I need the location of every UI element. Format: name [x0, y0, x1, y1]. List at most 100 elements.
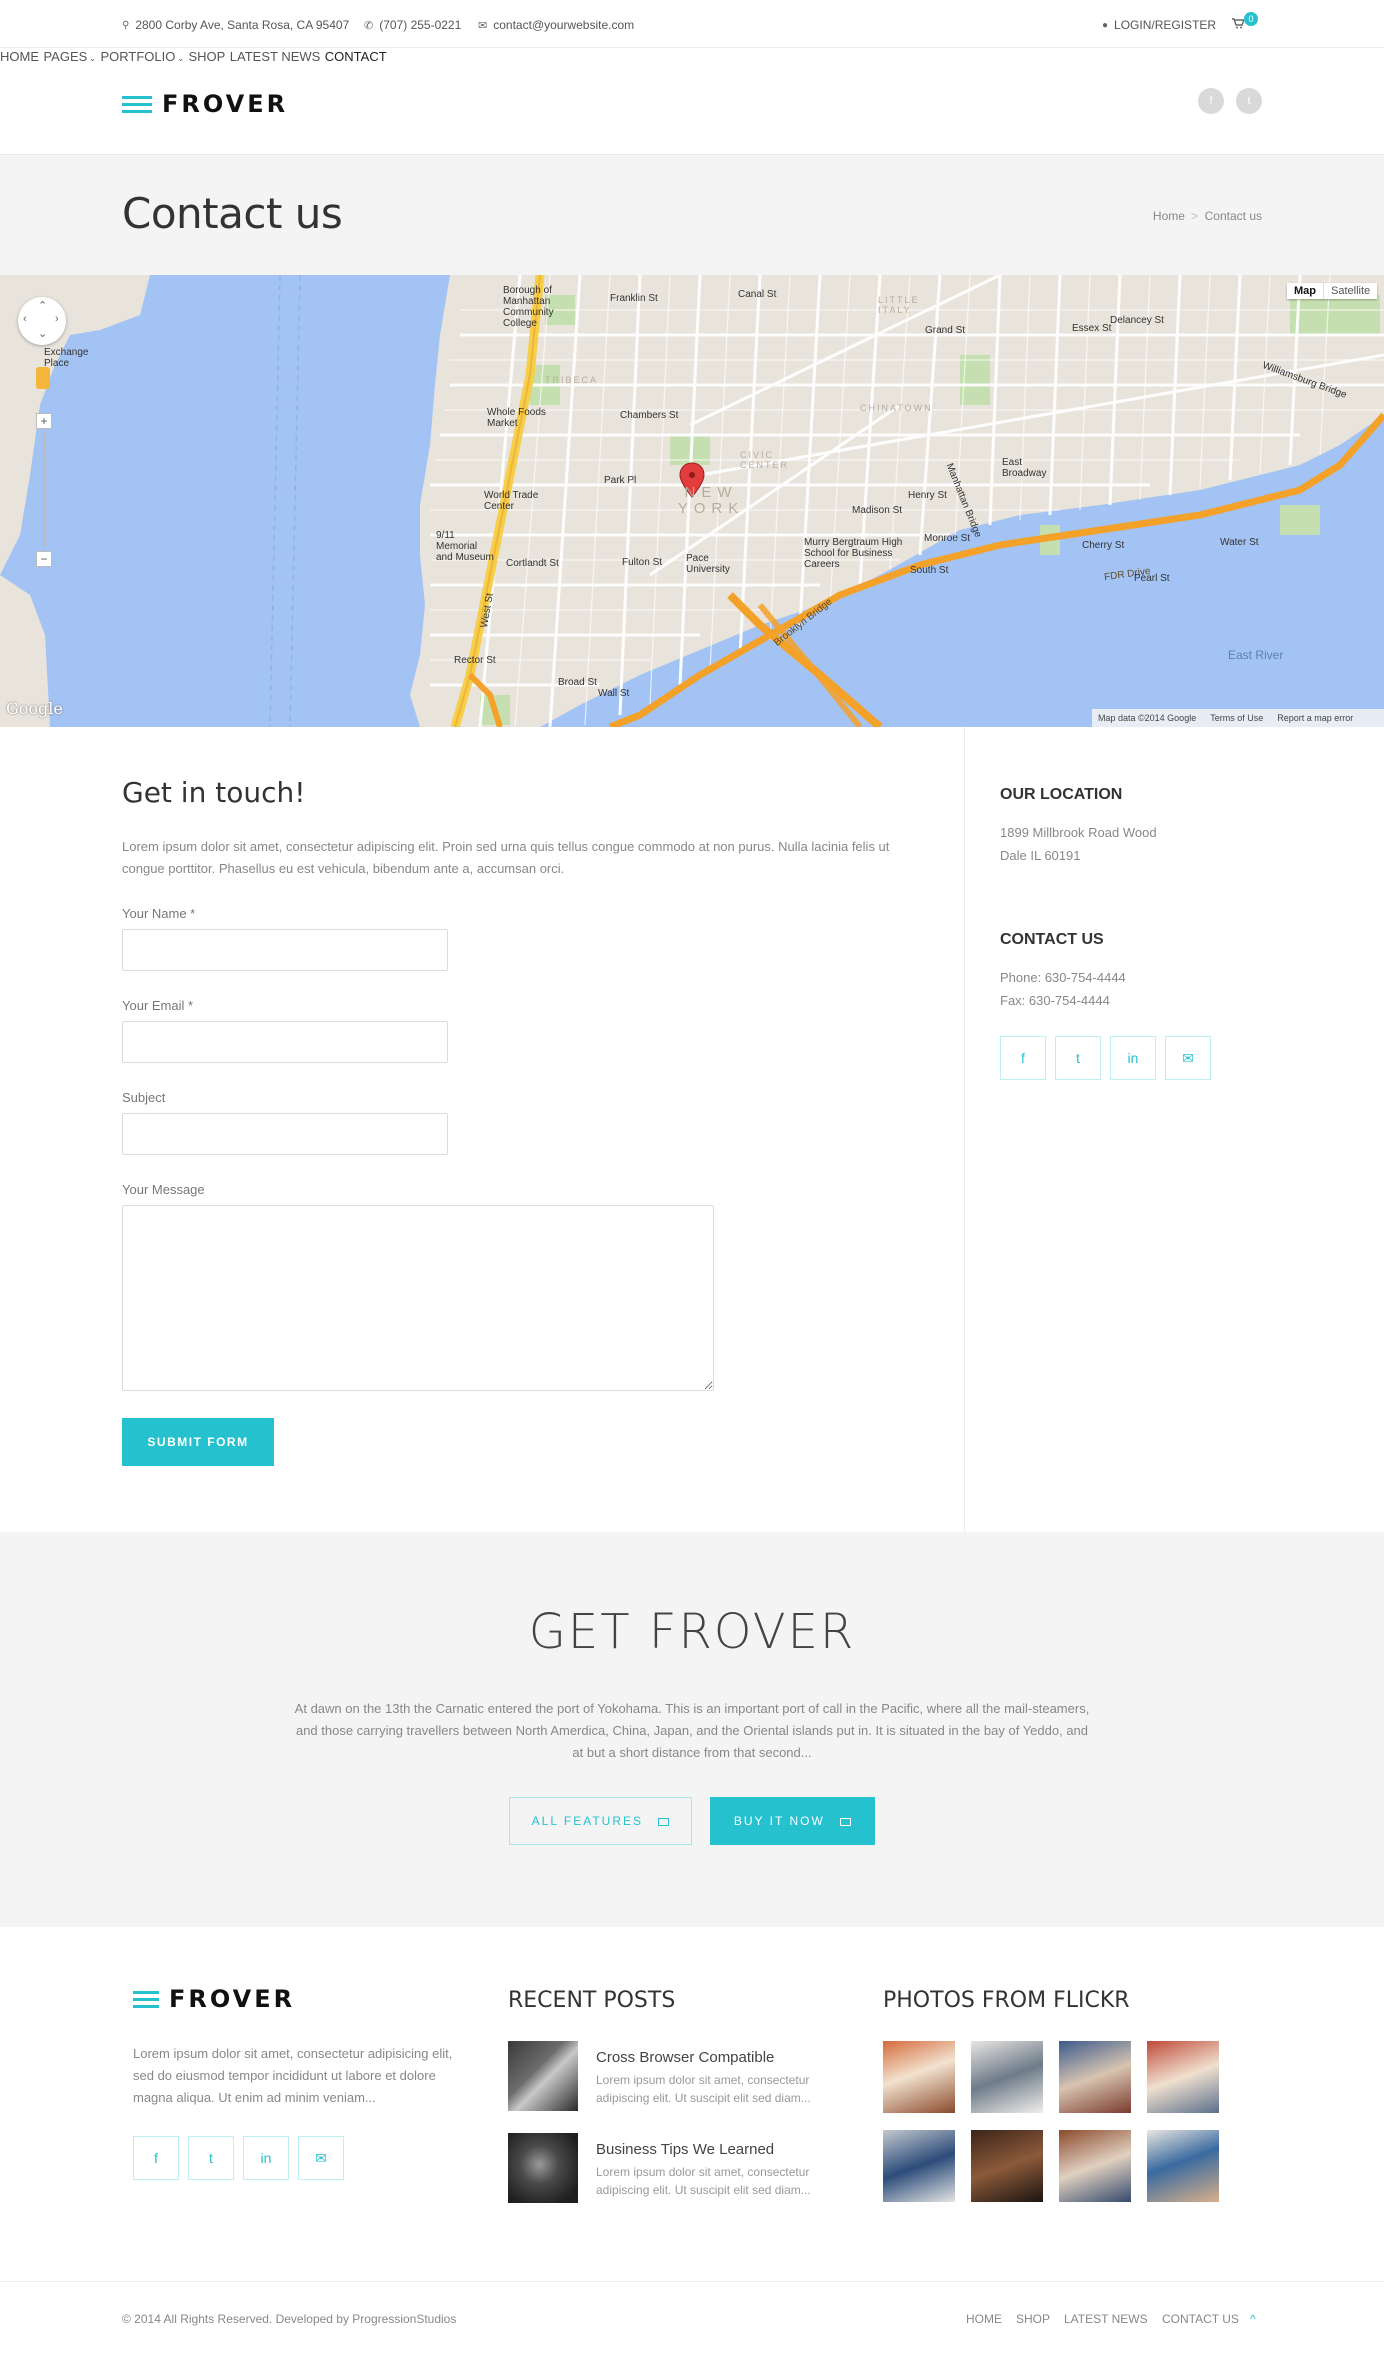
post-title[interactable]: Cross Browser Compatible — [596, 2049, 774, 2066]
cart-count-badge: 0 — [1244, 12, 1258, 26]
all-features-button[interactable]: ALL FEATURES — [509, 1797, 692, 1845]
map-label-east-broadway: East Broadway — [1002, 457, 1047, 479]
phone-icon: ✆ — [364, 19, 374, 32]
flickr-photo[interactable] — [883, 2041, 955, 2113]
cart-button[interactable]: 0 — [1232, 12, 1258, 29]
facebook-icon[interactable]: f — [133, 2136, 179, 2180]
map-type-satellite[interactable]: Satellite — [1323, 283, 1378, 299]
map-label-madison-st: Madison St — [852, 505, 903, 516]
twitter-icon[interactable]: t — [1055, 1036, 1101, 1080]
breadcrumb: Home > Contact us — [1153, 209, 1262, 223]
twitter-icon[interactable]: t — [188, 2136, 234, 2180]
login-text[interactable]: LOGIN/REGISTER — [1114, 18, 1216, 32]
flickr-photo[interactable] — [883, 2130, 955, 2202]
email-text[interactable]: contact@yourwebsite.com — [493, 18, 634, 32]
post-thumbnail[interactable] — [508, 2133, 578, 2203]
address-info: ⚲ 2800 Corby Ave, Santa Rosa, CA 95407 — [122, 18, 349, 32]
flickr-photo[interactable] — [1059, 2130, 1131, 2202]
zoom-in-button[interactable]: + — [36, 413, 52, 429]
page-title-band: Contact us Home > Contact us — [0, 155, 1384, 275]
map-label-whole-foods: Whole Foods Market — [487, 407, 546, 429]
address-text: 2800 Corby Ave, Santa Rosa, CA 95407 — [135, 18, 350, 32]
linkedin-icon[interactable]: in — [243, 2136, 289, 2180]
footer-nav-shop[interactable]: SHOP — [1016, 2312, 1050, 2326]
pan-left-icon[interactable]: ‹ — [23, 313, 27, 325]
post-excerpt: Lorem ipsum dolor sit amet, consectetur … — [596, 2165, 811, 2197]
map-terms-link[interactable]: Terms of Use — [1210, 713, 1263, 723]
pan-up-icon[interactable]: ⌃ — [38, 299, 47, 312]
flickr-photo[interactable] — [1147, 2130, 1219, 2202]
post-title[interactable]: Business Tips We Learned — [596, 2141, 774, 2158]
flickr-photo[interactable] — [971, 2041, 1043, 2113]
google-logo[interactable]: Google — [6, 699, 63, 718]
nav-latest-news[interactable]: LATEST NEWS — [230, 49, 321, 64]
contact-fax: Fax: 630-754-4444 — [1000, 993, 1110, 1008]
card-icon — [658, 1817, 670, 1826]
pegman-icon[interactable] — [36, 367, 50, 389]
contact-us-heading: CONTACT US — [1000, 931, 1104, 948]
footer-nav-latest-news[interactable]: LATEST NEWS — [1064, 2312, 1148, 2326]
map-label-chambers-st: Chambers St — [620, 410, 679, 421]
map-label-grand-st: Grand St — [925, 325, 966, 336]
pan-right-icon[interactable]: › — [55, 313, 59, 325]
flickr-photo[interactable] — [1147, 2041, 1219, 2113]
breadcrumb-home[interactable]: Home — [1153, 209, 1185, 223]
map-label-south-st: South St — [910, 565, 949, 576]
email-field[interactable] — [122, 1021, 448, 1063]
facebook-icon[interactable]: f — [1198, 88, 1224, 114]
subject-label: Subject — [122, 1090, 166, 1105]
submit-form-button[interactable]: SUBMIT FORM — [122, 1418, 274, 1466]
envelope-icon[interactable]: ✉ — [298, 2136, 344, 2180]
map-label-exchange-place: Exchange Place — [44, 347, 89, 369]
subject-field[interactable] — [122, 1113, 448, 1155]
map-label-bmcc: Borough of Manhattan Community College — [503, 285, 554, 329]
nav-portfolio[interactable]: PORTFOLIO ⌄ — [100, 49, 184, 64]
footer-nav-home[interactable]: HOME — [966, 2312, 1002, 2326]
zoom-out-button[interactable]: − — [36, 551, 52, 567]
footer-nav-contact-us[interactable]: CONTACT US — [1162, 2312, 1239, 2326]
map-label-tribeca: TRIBECA — [545, 375, 599, 385]
footer-logo[interactable]: FROVER — [133, 1985, 295, 2013]
nav-pages[interactable]: PAGES ⌄ — [43, 49, 96, 64]
recent-post[interactable]: Business Tips We Learned Lorem ipsum dol… — [508, 2133, 828, 2203]
nav-home[interactable]: HOME — [0, 49, 39, 64]
page-title: Contact us — [122, 189, 343, 238]
zoom-slider-track[interactable] — [43, 431, 45, 547]
map-label-rector-st: Rector St — [454, 655, 496, 666]
map-report-link[interactable]: Report a map error — [1277, 713, 1353, 723]
message-field[interactable] — [122, 1205, 714, 1391]
map-label-murry-bergtraum: Murry Bergtraum High School for Business… — [804, 537, 903, 570]
column-divider — [964, 727, 965, 1532]
login-register-link[interactable]: ● LOGIN/REGISTER — [1102, 18, 1216, 32]
flickr-photo[interactable] — [971, 2130, 1043, 2202]
envelope-icon[interactable]: ✉ — [1165, 1036, 1211, 1080]
post-thumbnail[interactable] — [508, 2041, 578, 2111]
map-pan-control[interactable]: ⌃ ⌄ ‹ › — [18, 297, 66, 345]
breadcrumb-separator: > — [1191, 209, 1199, 223]
name-field[interactable] — [122, 929, 448, 971]
facebook-icon[interactable]: f — [1000, 1036, 1046, 1080]
nav-contact[interactable]: CONTACT — [325, 49, 387, 64]
google-map[interactable]: NEW YORK TRIBECA CHINATOWN LITTLE ITALY … — [0, 275, 1384, 727]
email-info[interactable]: ✉ contact@yourwebsite.com — [478, 18, 634, 32]
map-attribution: Map data ©2014 Google — [1098, 713, 1197, 723]
twitter-icon[interactable]: t — [1236, 88, 1262, 114]
map-label-world-trade-center: World Trade Center — [484, 490, 539, 512]
flickr-photo[interactable] — [1059, 2041, 1131, 2113]
recent-post[interactable]: Cross Browser Compatible Lorem ipsum dol… — [508, 2041, 828, 2111]
nav-shop[interactable]: SHOP — [189, 49, 226, 64]
linkedin-icon[interactable]: in — [1110, 1036, 1156, 1080]
site-logo[interactable]: FROVER — [122, 90, 288, 118]
buy-it-now-button[interactable]: BUY IT NOW — [710, 1797, 875, 1845]
menu-bars-icon — [133, 1990, 159, 2008]
map-pin-icon: ⚲ — [122, 19, 130, 31]
recent-posts-heading: RECENT POSTS — [508, 1988, 676, 2013]
back-to-top-icon[interactable]: ^ — [1250, 2312, 1256, 2326]
logo-text: FROVER — [162, 90, 289, 118]
map-label-little-italy: LITTLE ITALY — [878, 295, 920, 315]
contact-heading: Get in touch! — [122, 776, 306, 809]
map-label-chinatown: CHINATOWN — [860, 403, 933, 413]
user-icon: ● — [1102, 19, 1109, 31]
map-type-map[interactable]: Map — [1287, 283, 1323, 299]
pan-down-icon[interactable]: ⌄ — [38, 327, 47, 340]
